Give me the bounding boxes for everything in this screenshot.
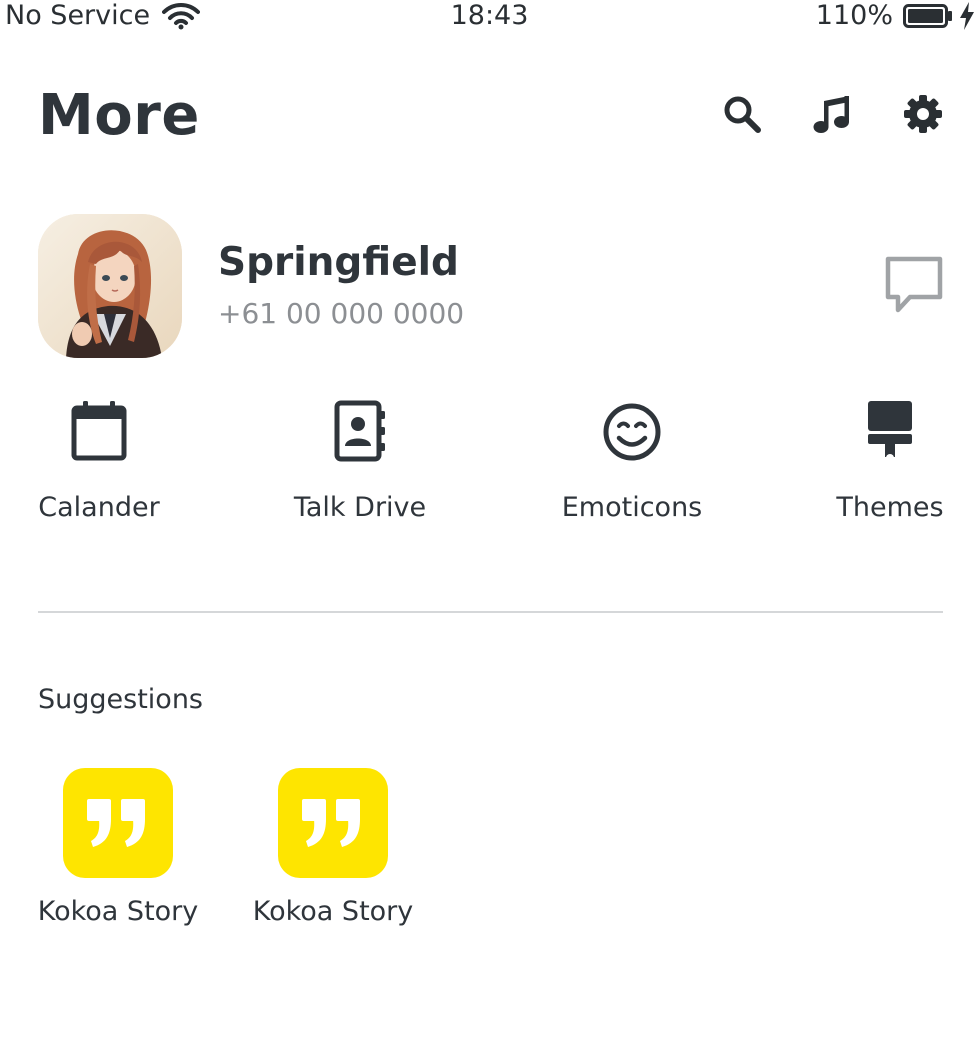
suggestions-title: Suggestions (38, 684, 203, 715)
suggestion-kokoa-story[interactable]: Kokoa Story (248, 768, 418, 930)
suggestion-label: Kokoa Story (252, 896, 414, 927)
page-title: More (38, 83, 200, 148)
suggestion-label: Kokoa Story (37, 896, 199, 927)
quote-icon (87, 799, 145, 847)
divider (38, 611, 943, 613)
quote-icon (302, 799, 360, 847)
app-tile (278, 768, 388, 878)
search-button[interactable] (720, 92, 764, 136)
talk-drive-label: Talk Drive (293, 492, 427, 523)
battery-icon (903, 4, 952, 28)
settings-button[interactable] (901, 92, 945, 136)
chat-bubble-icon (885, 256, 943, 313)
calendar-label: Calander (38, 492, 160, 523)
status-bar: No Service 18:43 110% (0, 0, 979, 34)
gear-icon (904, 95, 942, 133)
music-note-icon (813, 96, 849, 133)
contacts-book-icon (334, 400, 385, 462)
avatar[interactable] (38, 214, 182, 358)
calendar-action[interactable]: Calander (30, 396, 168, 536)
music-button[interactable] (810, 92, 854, 136)
smiley-icon (603, 403, 661, 461)
battery-percent: 110% (815, 0, 893, 31)
avatar-illustration (38, 214, 182, 358)
search-icon (724, 96, 761, 133)
chat-button[interactable] (882, 254, 946, 318)
themes-label: Themes (836, 492, 944, 523)
charging-bolt-icon (960, 2, 974, 30)
calendar-icon (71, 401, 127, 461)
talk-drive-action[interactable]: Talk Drive (285, 396, 435, 536)
emoticons-action[interactable]: Emoticons (553, 396, 711, 536)
emoticons-label: Emoticons (561, 492, 703, 523)
profile-phone: +61 00 000 0000 (218, 297, 465, 330)
themes-action[interactable]: Themes (826, 396, 954, 536)
paint-brush-icon (868, 401, 912, 462)
profile-name: Springfield (218, 240, 459, 285)
suggestion-kokoa-story[interactable]: Kokoa Story (33, 768, 203, 930)
app-tile (63, 768, 173, 878)
